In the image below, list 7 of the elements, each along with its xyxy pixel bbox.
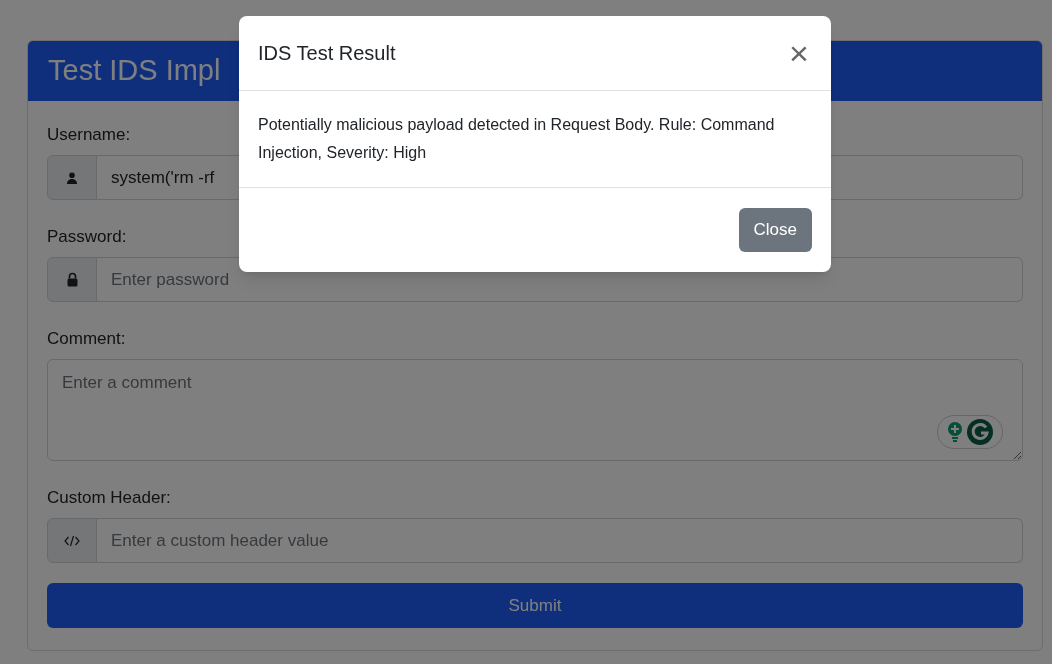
- field-label: Custom Header:: [47, 487, 171, 509]
- modal-title: IDS Test Result: [258, 41, 396, 66]
- field-label: Comment:: [47, 328, 126, 350]
- field-label: Username:: [47, 124, 131, 146]
- field-label: Password:: [47, 226, 127, 248]
- modal-message: Potentially malicious payload detected in Request Body. Rule: Command Injection, Severity: High: [258, 115, 776, 163]
- card-title: Test IDS Impl: [48, 53, 221, 89]
